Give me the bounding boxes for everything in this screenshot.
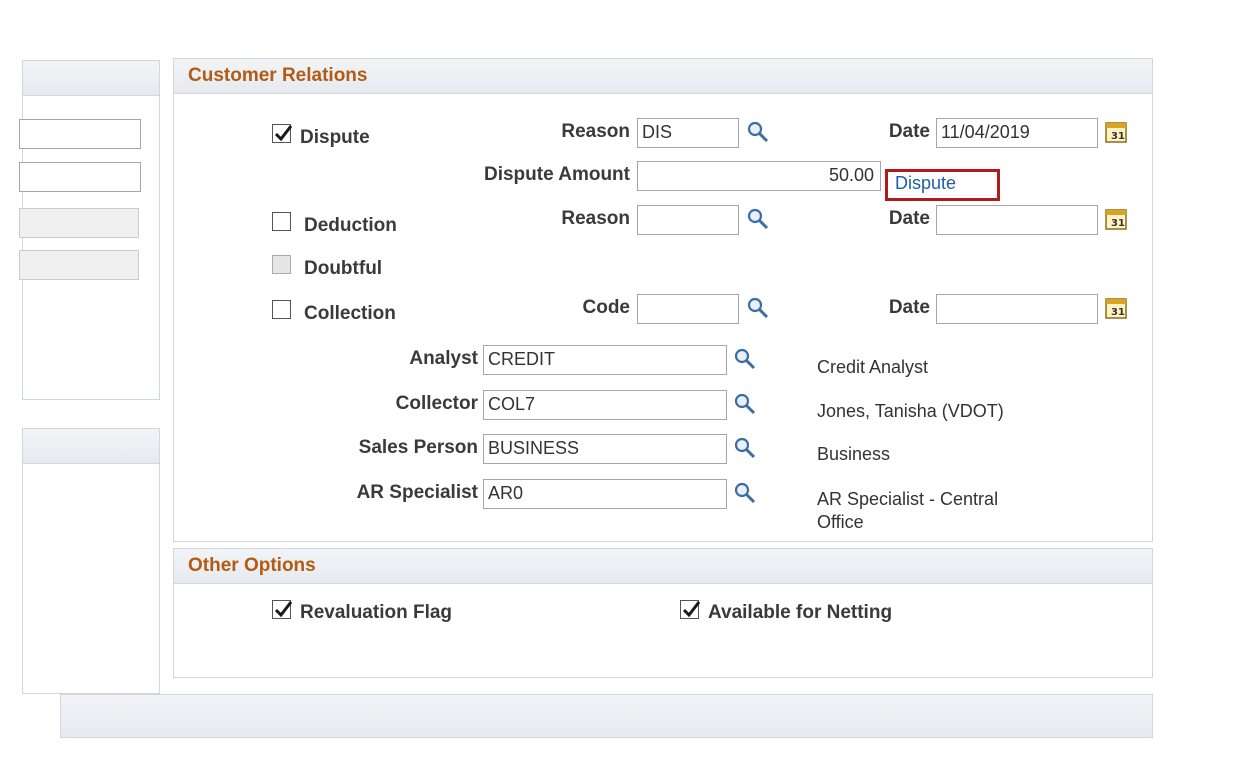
sales-person-label: Sales Person bbox=[358, 437, 478, 458]
ar-specialist-input[interactable]: AR0 bbox=[483, 479, 727, 509]
collection-code-lookup-icon[interactable] bbox=[746, 296, 770, 320]
revaluation-flag-checkbox[interactable] bbox=[272, 600, 293, 619]
left-field-1[interactable] bbox=[19, 119, 141, 149]
deduction-label: Deduction bbox=[304, 215, 397, 236]
dispute-reason-lookup-icon[interactable] bbox=[746, 120, 770, 144]
dispute-date-calendar-icon[interactable]: 31 bbox=[1104, 120, 1128, 144]
analyst-input[interactable]: CREDIT bbox=[483, 345, 727, 375]
analyst-lookup-icon[interactable] bbox=[733, 347, 757, 371]
deduction-reason-lookup-icon[interactable] bbox=[746, 207, 770, 231]
dispute-reason-input[interactable]: DIS bbox=[637, 118, 739, 148]
collector-lookup-icon[interactable] bbox=[733, 392, 757, 416]
left-field-3 bbox=[19, 208, 139, 238]
checkmark-icon bbox=[274, 125, 293, 142]
deduction-reason-label: Reason bbox=[561, 208, 630, 229]
left-panel-bottom bbox=[22, 428, 160, 694]
available-for-netting-checkbox[interactable] bbox=[680, 600, 701, 619]
left-panel-bottom-header bbox=[23, 429, 159, 464]
available-for-netting-label: Available for Netting bbox=[708, 602, 893, 623]
collection-label: Collection bbox=[304, 303, 396, 324]
customer-relations-header: Customer Relations bbox=[174, 59, 1152, 94]
collection-checkbox[interactable] bbox=[272, 300, 291, 319]
collection-date-label: Date bbox=[888, 297, 930, 318]
customer-relations-title: Customer Relations bbox=[188, 65, 368, 86]
collection-code-input[interactable] bbox=[637, 294, 739, 324]
deduction-checkbox[interactable] bbox=[272, 212, 291, 231]
deduction-date-calendar-icon[interactable]: 31 bbox=[1104, 207, 1128, 231]
doubtful-label: Doubtful bbox=[304, 258, 383, 279]
dispute-link[interactable]: Dispute bbox=[895, 173, 956, 194]
bottom-panel bbox=[60, 694, 1153, 738]
collection-code-label: Code bbox=[582, 297, 631, 318]
left-field-2[interactable] bbox=[19, 162, 141, 192]
collector-input[interactable]: COL7 bbox=[483, 390, 727, 420]
sales-person-input[interactable]: BUSINESS bbox=[483, 434, 727, 464]
doubtful-checkbox bbox=[272, 255, 291, 274]
svg-text:31: 31 bbox=[1111, 307, 1125, 318]
svg-text:31: 31 bbox=[1111, 131, 1125, 142]
checkmark-icon bbox=[682, 601, 701, 618]
dispute-date-input[interactable]: 11/04/2019 bbox=[936, 118, 1098, 148]
svg-text:31: 31 bbox=[1111, 218, 1125, 229]
analyst-description: Credit Analyst bbox=[817, 357, 929, 377]
dispute-amount-label: Dispute Amount bbox=[483, 164, 630, 185]
deduction-reason-input[interactable] bbox=[637, 205, 739, 235]
other-options-title: Other Options bbox=[188, 555, 316, 576]
dispute-reason-label: Reason bbox=[561, 121, 630, 142]
left-panel-top bbox=[19, 60, 160, 400]
dispute-date-label: Date bbox=[888, 121, 930, 142]
left-panel-top-header bbox=[23, 61, 159, 96]
other-options-header: Other Options bbox=[174, 549, 1152, 584]
collector-label: Collector bbox=[395, 393, 478, 414]
collection-date-calendar-icon[interactable]: 31 bbox=[1104, 296, 1128, 320]
left-field-4 bbox=[19, 250, 139, 280]
deduction-date-input[interactable] bbox=[936, 205, 1098, 235]
sales-person-description: Business bbox=[817, 444, 891, 464]
dispute-label: Dispute bbox=[300, 127, 370, 148]
ar-specialist-label: AR Specialist bbox=[356, 482, 478, 503]
deduction-date-label: Date bbox=[888, 208, 930, 229]
checkmark-icon bbox=[274, 601, 293, 618]
collector-description: Jones, Tanisha (VDOT) bbox=[817, 401, 1004, 421]
dispute-checkbox[interactable] bbox=[272, 124, 293, 143]
collection-date-input[interactable] bbox=[936, 294, 1098, 324]
ar-specialist-lookup-icon[interactable] bbox=[733, 481, 757, 505]
sales-person-lookup-icon[interactable] bbox=[733, 436, 757, 460]
dispute-amount-input[interactable]: 50.00 bbox=[637, 161, 881, 191]
revaluation-flag-label: Revaluation Flag bbox=[300, 602, 453, 623]
analyst-label: Analyst bbox=[409, 348, 478, 369]
ar-specialist-description-line1: AR Specialist - Central bbox=[817, 489, 999, 509]
ar-specialist-description-line2: Office bbox=[817, 512, 864, 532]
